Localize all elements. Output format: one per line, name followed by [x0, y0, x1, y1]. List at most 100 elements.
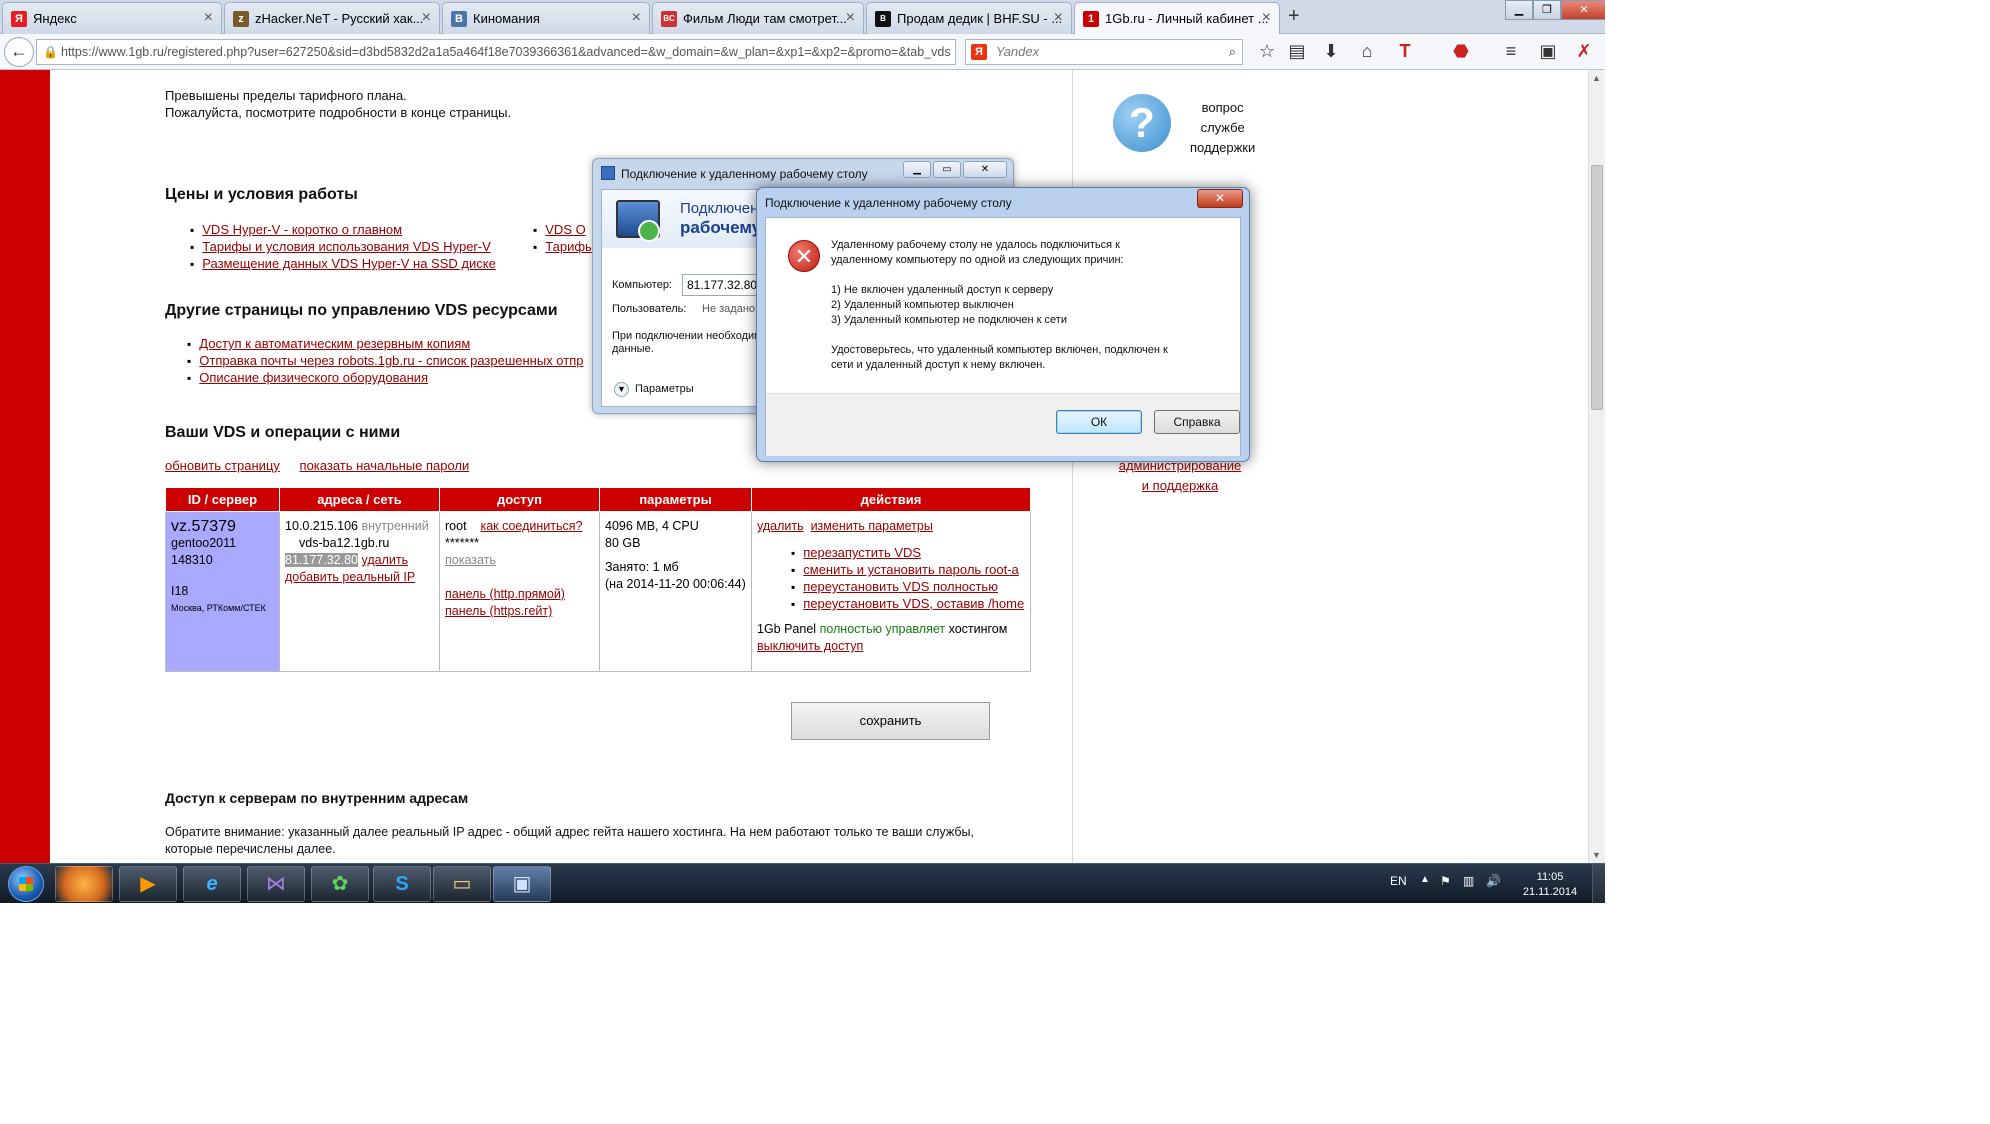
kill-icon[interactable]: ✗	[1573, 41, 1595, 62]
remote-desktop-icon[interactable]: ▣	[493, 866, 551, 902]
link-tariffs[interactable]: Тарифы	[545, 239, 594, 254]
reinstall-vds-link[interactable]: переустановить VDS полностью	[803, 579, 998, 594]
reinstall-keep-home-link[interactable]: переустановить VDS, оставив /home	[803, 596, 1024, 611]
show-password-link[interactable]: показать	[445, 553, 496, 567]
panel-gate-link[interactable]: панель (https.гейт)	[445, 604, 552, 618]
link-backups[interactable]: Доступ к автоматическим резервным копиям	[199, 336, 470, 351]
minimize-button[interactable]: ▁	[1505, 0, 1533, 20]
link-hardware[interactable]: Описание физического оборудования	[199, 370, 428, 385]
link-robots-mail[interactable]: Отправка почты через robots.1gb.ru - спи…	[199, 353, 583, 368]
restart-vds-link[interactable]: перезапустить VDS	[803, 545, 921, 560]
close-icon[interactable]: ×	[846, 9, 855, 27]
scroll-up-icon[interactable]: ▲	[1592, 73, 1601, 83]
close-icon[interactable]: ×	[1262, 9, 1271, 27]
bookmarks-list-icon[interactable]: ▤	[1286, 41, 1308, 62]
save-button[interactable]: сохранить	[791, 702, 990, 740]
tab-bar: Я Яндекс × z zHacker.NeT - Русский хак..…	[0, 0, 1605, 35]
network-icon[interactable]: ▥	[1463, 874, 1474, 888]
search-bar[interactable]: Я Yandex ⌕	[965, 39, 1243, 65]
panel-status: полностью управляет	[819, 622, 946, 636]
close-icon[interactable]: ×	[1054, 9, 1063, 27]
url-bar[interactable]: 🔒 https://www.1gb.ru/registered.php?user…	[36, 39, 956, 65]
support-link[interactable]: и поддержка	[1118, 476, 1242, 496]
tab-bhf[interactable]: B Продам дедик | BHF.SU - ... ×	[866, 2, 1072, 34]
adblock-icon[interactable]: ⬣	[1450, 41, 1472, 62]
refresh-page-link[interactable]: обновить страницу	[165, 458, 280, 473]
tab-zhacker[interactable]: z zHacker.NeT - Русский хак... ×	[224, 2, 440, 34]
link-vds-ssd[interactable]: Размещение данных VDS Hyper-V на SSD дис…	[202, 256, 496, 271]
question-icon[interactable]: ?	[1113, 94, 1171, 152]
rdp-note-2: данные.	[612, 343, 654, 355]
home-icon[interactable]: ⌂	[1356, 41, 1378, 62]
vds-action-list: перезапустить VDS сменить и установить п…	[757, 544, 1025, 612]
volume-icon[interactable]: 🔊	[1486, 874, 1501, 888]
ok-button[interactable]: ОК	[1056, 410, 1142, 434]
start-button[interactable]	[8, 866, 44, 902]
new-tab-button[interactable]: +	[1288, 5, 1300, 28]
action-center-flag-icon[interactable]: ⚑	[1440, 874, 1451, 888]
firefox-icon[interactable]	[55, 866, 113, 902]
media-player-icon[interactable]: ▶	[119, 866, 177, 902]
close-icon[interactable]: ×	[204, 9, 213, 27]
th-params: параметры	[599, 487, 752, 512]
help-button[interactable]: Справка	[1154, 410, 1240, 434]
scroll-down-icon[interactable]: ▼	[1592, 850, 1601, 860]
panel-name: 1Gb Panel	[757, 622, 817, 636]
back-button[interactable]: ←	[4, 37, 34, 67]
how-to-connect-link[interactable]: как соединиться?	[480, 519, 582, 533]
show-desktop-button[interactable]	[1592, 864, 1605, 903]
page-scrollbar[interactable]: ▲ ▼	[1588, 70, 1605, 863]
add-real-ip-link[interactable]: добавить реальный IP	[285, 570, 415, 584]
link-vds-overview[interactable]: VDS Hyper-V - коротко о главном	[202, 222, 402, 237]
kaspersky-icon[interactable]: ▣	[1537, 41, 1559, 62]
clock-date: 21.11.2014	[1522, 886, 1578, 898]
menu-icon[interactable]: ≡	[1500, 41, 1522, 62]
server-number: 148310	[171, 553, 213, 567]
tab-film[interactable]: BC Фильм Люди там смотрет... ×	[652, 2, 864, 34]
system-clock[interactable]: 11:05 21.11.2014	[1520, 870, 1580, 900]
disable-access-link[interactable]: выключить доступ	[757, 639, 863, 653]
support-line-1: вопрос	[1201, 100, 1244, 115]
options-toggle[interactable]: ▼ Параметры	[614, 382, 694, 397]
tab-yandex[interactable]: Я Яндекс ×	[2, 2, 222, 34]
window-close-button[interactable]: ✕	[1561, 0, 1605, 20]
delete-ip-link[interactable]: удалить	[361, 553, 408, 567]
tab-kinomania[interactable]: В Киномания ×	[442, 2, 650, 34]
set-root-password-link[interactable]: сменить и установить пароль root-a	[803, 562, 1019, 577]
table-header-row: ID / сервер адреса / сеть доступ парамет…	[165, 487, 1031, 512]
tray-expand-icon[interactable]: ▲	[1420, 874, 1430, 885]
panel-direct-link[interactable]: панель (http.прямой)	[445, 587, 565, 601]
close-icon[interactable]: ×	[422, 9, 431, 27]
maximize-button[interactable]: ❐	[1533, 0, 1561, 20]
tab-1gb[interactable]: 1 1Gb.ru - Личный кабинет ... ×	[1074, 2, 1280, 35]
ie-icon[interactable]: e	[183, 866, 241, 902]
notice-line-2: Пожалуйста, посмотрите подробности в кон…	[165, 105, 512, 120]
rdp-minimize-button[interactable]: ▁	[903, 161, 931, 178]
link-vds-tariffs[interactable]: Тарифы и условия использования VDS Hyper…	[202, 239, 491, 254]
error-reason-1: 1) Не включен удаленный доступ к серверу	[831, 284, 1054, 296]
close-icon[interactable]: ×	[632, 9, 641, 27]
actions-cell: удалить изменить параметры перезапустить…	[751, 511, 1031, 672]
search-icon[interactable]: ⌕	[1229, 40, 1236, 64]
scroll-thumb[interactable]	[1591, 165, 1603, 410]
skype-icon[interactable]: S	[373, 866, 431, 902]
delete-vds-link[interactable]: удалить	[757, 519, 804, 533]
explorer-icon[interactable]: ▭	[433, 866, 491, 902]
link-vds-o[interactable]: VDS O	[545, 222, 585, 237]
show-passwords-link[interactable]: показать начальные пароли	[300, 458, 470, 473]
error-hint-2: сети и удаленный доступ к нему включен.	[831, 359, 1046, 371]
translate-icon[interactable]: T	[1394, 41, 1416, 62]
bookmark-star-icon[interactable]: ☆	[1256, 41, 1278, 62]
rdp-maximize-button[interactable]: ▭	[933, 161, 961, 178]
support-text[interactable]: вопрос службе поддержки	[1190, 98, 1255, 158]
error-close-button[interactable]: ✕	[1197, 189, 1243, 208]
visual-studio-icon[interactable]: ⋈	[247, 866, 305, 902]
icq-icon[interactable]: ✿	[311, 866, 369, 902]
tab-label: Киномания	[473, 11, 540, 26]
downloads-icon[interactable]: ⬇	[1320, 41, 1342, 62]
th-access: доступ	[439, 487, 600, 512]
rdp-close-button[interactable]: ✕	[963, 161, 1007, 178]
change-params-link[interactable]: изменить параметры	[811, 519, 933, 533]
disk-used: Занято: 1 мб	[605, 560, 679, 574]
language-indicator[interactable]: EN	[1390, 874, 1407, 888]
